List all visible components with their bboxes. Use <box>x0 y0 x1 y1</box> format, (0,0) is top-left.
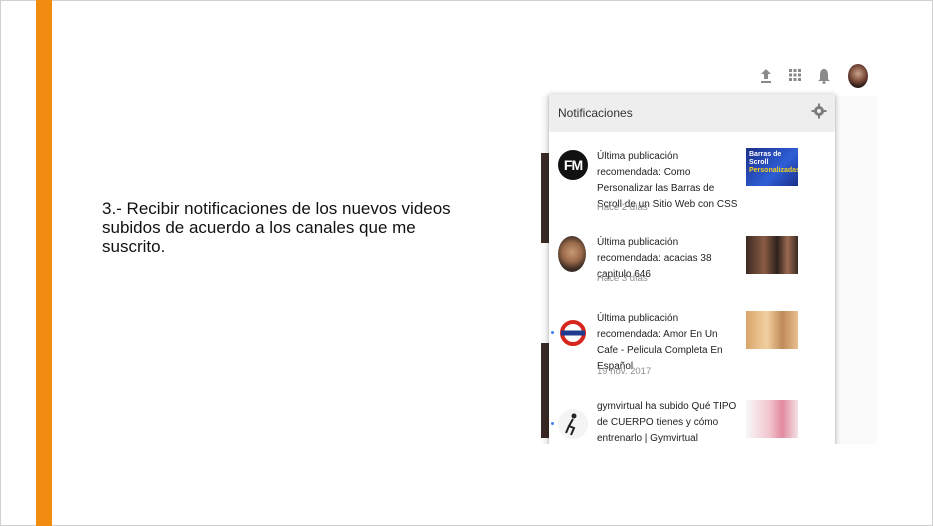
notification-time: Hace 2 días <box>597 202 648 213</box>
channel-avatar <box>558 236 586 272</box>
notification-item[interactable]: Última publicación recomendada: acacias … <box>549 232 835 312</box>
slide-bullet-text: 3.- Recibir notificaciones de los nuevos… <box>102 199 451 256</box>
video-thumbnail <box>746 236 798 274</box>
account-avatar[interactable] <box>848 64 868 88</box>
gear-icon[interactable] <box>811 103 827 119</box>
apps-grid-icon[interactable] <box>786 68 804 86</box>
notification-time: 19 nov. 2017 <box>597 366 652 377</box>
background-video-thumbnail <box>541 153 549 243</box>
upload-icon[interactable] <box>757 68 775 86</box>
youtube-screenshot: Notificaciones FM Última publicación rec… <box>541 58 877 444</box>
video-thumbnail <box>746 311 798 349</box>
background-video-thumbnail <box>541 343 549 438</box>
thumbnail-text: Scroll <box>749 159 769 166</box>
notification-text: gymvirtual ha subido Qué TIPO de CUERPO … <box>597 401 737 444</box>
bell-icon[interactable] <box>815 68 833 86</box>
video-thumbnail <box>746 400 798 438</box>
notification-item[interactable]: FM Última publicación recomendada: Como … <box>549 140 835 220</box>
channel-avatar <box>558 409 588 439</box>
youtube-topbar <box>541 58 877 96</box>
notifications-panel: Notificaciones FM Última publicación rec… <box>549 94 835 444</box>
notification-item[interactable]: Última publicación recomendada: Amor En … <box>549 308 835 388</box>
notifications-header: Notificaciones <box>549 94 835 132</box>
unread-indicator <box>551 422 554 425</box>
channel-avatar-fm: FM <box>558 150 588 180</box>
notifications-title: Notificaciones <box>558 106 633 120</box>
channel-avatar <box>558 318 588 348</box>
video-thumbnail: Barras de Scroll Personalizadas <box>746 148 798 186</box>
thumbnail-text: Personalizadas <box>749 167 798 174</box>
notification-time: Hace 3 días <box>597 273 648 284</box>
thumbnail-text: Barras de <box>749 151 782 158</box>
notification-item[interactable]: gymvirtual ha subido Qué TIPO de CUERPO … <box>549 399 835 444</box>
accent-bar <box>36 0 52 526</box>
unread-indicator <box>551 331 554 334</box>
